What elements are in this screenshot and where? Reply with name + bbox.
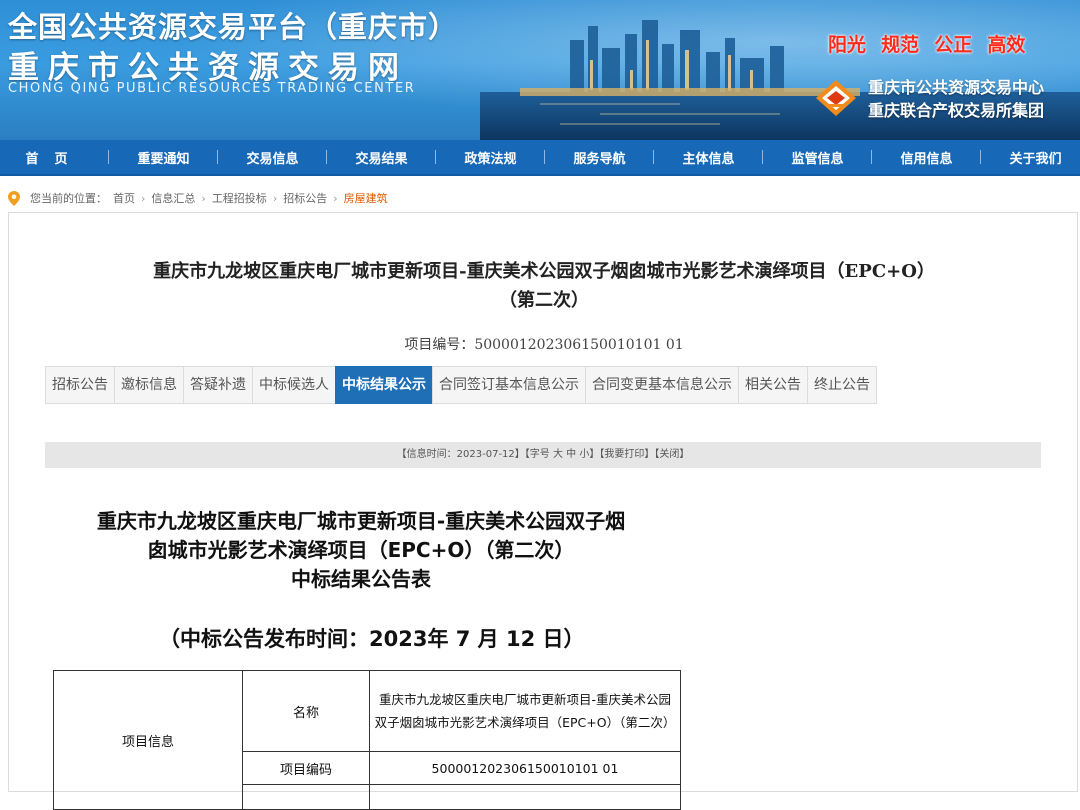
breadcrumb-current[interactable]: 房屋建筑: [344, 190, 388, 206]
info-bar: 【信息时间：2023-07-12】【字号 大 中 小】【我要打印】【关闭】: [45, 442, 1041, 468]
nav-item-entity-info[interactable]: 主体信息: [654, 148, 763, 167]
tab-contract-signing[interactable]: 合同签订基本信息公示: [432, 366, 586, 404]
breadcrumb-separator: ›: [333, 191, 338, 205]
font-size-label: 【字号: [524, 449, 550, 460]
publish-date: （中标公告发布时间：2023年 7 月 12 日）: [159, 627, 585, 651]
print-link[interactable]: 【我要打印】: [599, 449, 654, 460]
nav-item-supervision[interactable]: 监管信息: [763, 148, 872, 167]
breadcrumb: 您当前的位置： 首页 › 信息汇总 › 工程招投标 › 招标公告 › 房屋建筑: [8, 189, 388, 207]
row-label: 名称: [242, 670, 370, 752]
org-name-2: 重庆联合产权交易所集团: [868, 101, 1045, 120]
org-names: 重庆市公共资源交易中心 重庆联合产权交易所集团: [868, 76, 1044, 122]
row-label: 项目编码: [242, 751, 370, 785]
tab-termination-notice[interactable]: 终止公告: [807, 366, 877, 404]
org-name-1: 重庆市公共资源交易中心: [868, 78, 1045, 97]
document-title-line1: 重庆市九龙坡区重庆电厂城市更新项目-重庆美术公园双子烟: [96, 509, 626, 533]
location-pin-icon: [8, 190, 20, 206]
breadcrumb-separator: ›: [272, 191, 278, 205]
info-time: 【信息时间：2023-07-12】: [396, 449, 525, 460]
font-size-suffix: 】: [589, 449, 600, 460]
font-size-medium-link[interactable]: 中: [566, 449, 576, 460]
breadcrumb-link-engineering[interactable]: 工程招投标: [212, 190, 267, 206]
nav-item-notices[interactable]: 重要通知: [109, 148, 218, 167]
slogans: 阳光 规范 公正 高效: [828, 30, 1035, 57]
table-row: 项目信息 名称 重庆市九龙坡区重庆电厂城市更新项目-重庆美术公园双子烟囱城市光影…: [53, 670, 681, 810]
nav-item-credit[interactable]: 信用信息: [872, 148, 981, 167]
slogan-text: 规范: [881, 34, 920, 56]
row-value-empty: [369, 784, 681, 810]
page-title: 重庆市九龙坡区重庆电厂城市更新项目-重庆美术公园双子烟囱城市光影艺术演绎项目（E…: [9, 257, 1079, 315]
tab-winning-candidates[interactable]: 中标候选人: [252, 366, 336, 404]
tab-contract-change[interactable]: 合同变更基本信息公示: [585, 366, 739, 404]
breadcrumb-prefix: 您当前的位置：: [30, 192, 107, 205]
nav-item-trade-info[interactable]: 交易信息: [218, 148, 327, 167]
breadcrumb-link-home[interactable]: 首页: [113, 190, 135, 206]
row-value: 500001202306150010101 01: [369, 751, 681, 785]
main-nav: 首页 重要通知 交易信息 交易结果 政策法规 服务导航 主体信息 监管信息 信用…: [0, 140, 1080, 176]
project-number: 项目编号：500001202306150010101 01: [9, 334, 1079, 354]
tab-qa-supplement[interactable]: 答疑补遗: [183, 366, 253, 404]
project-number-value: 500001202306150010101 01: [474, 337, 684, 353]
breadcrumb-link-tender[interactable]: 招标公告: [283, 190, 327, 206]
nav-item-trade-results[interactable]: 交易结果: [327, 148, 436, 167]
breadcrumb-separator: ›: [141, 191, 146, 205]
page-title-line2: （第二次）: [499, 290, 589, 311]
site-title: 全国公共资源交易平台（重庆市）: [8, 10, 459, 44]
result-table: 项目信息 名称 重庆市九龙坡区重庆电厂城市更新项目-重庆美术公园双子烟囱城市光影…: [53, 670, 681, 810]
document-title-line3: 中标结果公告表: [291, 567, 431, 591]
font-size-large-link[interactable]: 大: [553, 449, 563, 460]
nav-item-policies[interactable]: 政策法规: [436, 148, 545, 167]
nav-item-service-guide[interactable]: 服务导航: [545, 148, 654, 167]
breadcrumb-separator: ›: [201, 191, 206, 205]
row-value: 重庆市九龙坡区重庆电厂城市更新项目-重庆美术公园双子烟囱城市光影艺术演绎项目（E…: [369, 670, 681, 752]
breadcrumb-link-summary[interactable]: 信息汇总: [151, 190, 195, 206]
slogan-text: 高效: [987, 34, 1026, 56]
tab-tender-notice[interactable]: 招标公告: [45, 366, 115, 404]
font-size-small-link[interactable]: 小: [579, 449, 589, 460]
nav-item-about[interactable]: 关于我们: [981, 148, 1080, 167]
tab-invitation-info[interactable]: 邀标信息: [114, 366, 184, 404]
nav-item-home[interactable]: 首页: [0, 148, 109, 167]
slogan-text: 阳光: [828, 34, 867, 56]
site-english-name: CHONG QING PUBLIC RESOURCES TRADING CENT…: [8, 81, 416, 96]
content-panel: 重庆市九龙坡区重庆电厂城市更新项目-重庆美术公园双子烟囱城市光影艺术演绎项目（E…: [8, 212, 1079, 810]
org-logo-icon: [816, 80, 856, 116]
notice-tabs: 招标公告 邀标信息 答疑补遗 中标候选人 中标结果公示 合同签订基本信息公示 合…: [45, 366, 877, 404]
document-title-line2: 囱城市光影艺术演绎项目（EPC+O）（第二次）: [147, 538, 575, 562]
page-title-line1: 重庆市九龙坡区重庆电厂城市更新项目-重庆美术公园双子烟囱城市光影艺术演绎项目（E…: [153, 261, 935, 282]
document-title: 重庆市九龙坡区重庆电厂城市更新项目-重庆美术公园双子烟 囱城市光影艺术演绎项目（…: [61, 507, 661, 594]
section-label: 项目信息: [53, 670, 243, 810]
project-number-label: 项目编号：: [404, 337, 475, 353]
close-link[interactable]: 【关闭】: [654, 449, 689, 460]
tab-related-notices[interactable]: 相关公告: [738, 366, 808, 404]
row-label-empty: [242, 784, 370, 810]
tab-winning-result[interactable]: 中标结果公示: [335, 366, 433, 404]
site-banner: 全国公共资源交易平台（重庆市） 重庆市公共资源交易网 CHONG QING PU…: [0, 0, 1080, 140]
slogan-text: 公正: [934, 34, 973, 56]
